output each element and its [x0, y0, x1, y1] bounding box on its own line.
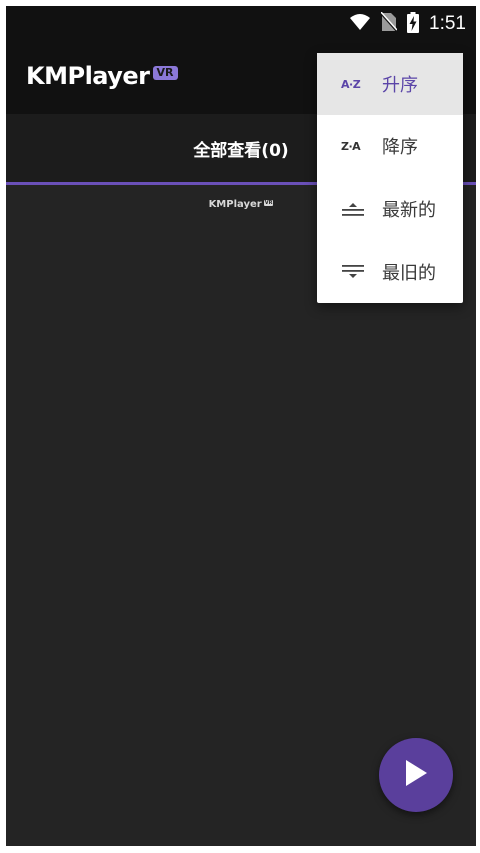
menu-item-descending[interactable]: Z·A 降序 [317, 115, 463, 177]
status-icons: 1:51 [349, 6, 466, 42]
tab-label: 全部查看(0) [193, 140, 289, 161]
sort-newest-icon [341, 199, 367, 219]
menu-item-ascending[interactable]: A·Z 升序 [317, 53, 463, 115]
sort-az-icon: A·Z [341, 77, 361, 91]
sort-menu: A·Z 升序 Z·A 降序 最新的 最旧的 [317, 53, 463, 303]
screen: 1:51 KMPlayer VR 全部查看(0) KMPlayer VR A·Z [6, 6, 476, 846]
wifi-icon [349, 13, 371, 35]
sort-za-icon: Z·A [341, 139, 361, 153]
app-logo: KMPlayer VR [26, 62, 178, 90]
menu-label: 最旧的 [382, 263, 436, 284]
logo-badge: VR [152, 66, 178, 80]
menu-label: 升序 [382, 75, 418, 96]
status-time: 1:51 [429, 13, 466, 34]
watermark-text: KMPlayer [208, 199, 262, 210]
sort-oldest-icon [341, 262, 367, 282]
menu-label: 降序 [382, 137, 418, 158]
no-sim-icon [380, 11, 398, 36]
watermark-badge: VR [263, 200, 274, 206]
play-button[interactable] [379, 738, 453, 812]
menu-item-newest[interactable]: 最新的 [317, 178, 463, 240]
menu-item-oldest[interactable]: 最旧的 [317, 241, 463, 303]
logo-text: KMPlayer [26, 62, 150, 90]
battery-charging-icon [407, 11, 420, 37]
menu-label: 最新的 [382, 200, 436, 221]
status-bar: 1:51 [6, 6, 476, 42]
play-icon [403, 759, 429, 791]
